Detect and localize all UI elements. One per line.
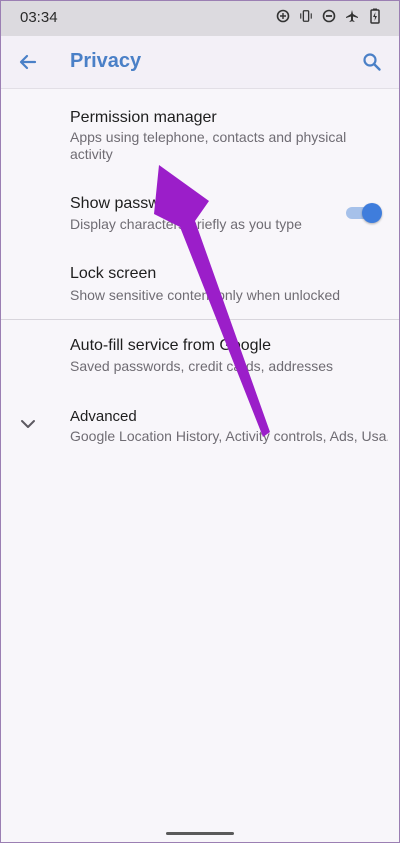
page-title: Privacy <box>70 50 142 72</box>
arrow-left-icon <box>19 54 37 70</box>
show-passwords-toggle[interactable] <box>342 201 382 223</box>
do-not-disturb-icon <box>322 8 336 24</box>
airplane-icon <box>345 8 359 24</box>
battery-charging-icon <box>368 8 382 24</box>
setting-summary: Google Location History, Activity contro… <box>70 428 388 444</box>
setting-permission-manager[interactable]: Permission manager Apps using telephone,… <box>0 100 400 170</box>
setting-summary: Display characters briefly as you type <box>70 216 302 232</box>
setting-summary: Apps using telephone, contacts and physi… <box>70 129 347 162</box>
setting-lock-screen[interactable]: Lock screen Show sensitive content only … <box>0 256 400 312</box>
chevron-down-icon[interactable] <box>16 412 40 436</box>
vibrate-icon <box>299 8 313 24</box>
back-button[interactable] <box>12 46 44 78</box>
gesture-nav-handle[interactable] <box>166 832 234 835</box>
app-bar-divider <box>0 88 400 89</box>
data-saver-icon <box>276 8 290 24</box>
status-time: 03:34 <box>20 9 58 26</box>
setting-autofill-service[interactable]: Auto-fill service from Google Saved pass… <box>0 328 400 384</box>
setting-title: Permission manager <box>70 109 217 126</box>
search-icon <box>363 53 381 71</box>
setting-summary: Show sensitive content only when unlocke… <box>70 287 341 303</box>
status-icons <box>276 8 382 24</box>
status-bar: 03:34 <box>0 0 400 36</box>
setting-title: Advanced <box>70 408 137 425</box>
setting-summary: Saved passwords, credit cards, addresses <box>70 358 334 374</box>
toggle-thumb <box>362 203 382 223</box>
setting-title: Show passwords <box>70 195 191 212</box>
app-bar: Privacy <box>0 36 400 88</box>
setting-title: Lock screen <box>70 265 157 282</box>
setting-advanced[interactable]: Advanced Google Location History, Activi… <box>0 398 400 454</box>
setting-title: Auto-fill service from Google <box>70 337 271 354</box>
search-button[interactable] <box>356 46 388 78</box>
setting-show-passwords[interactable]: Show passwords Display characters briefl… <box>0 186 400 242</box>
section-divider <box>0 319 400 320</box>
